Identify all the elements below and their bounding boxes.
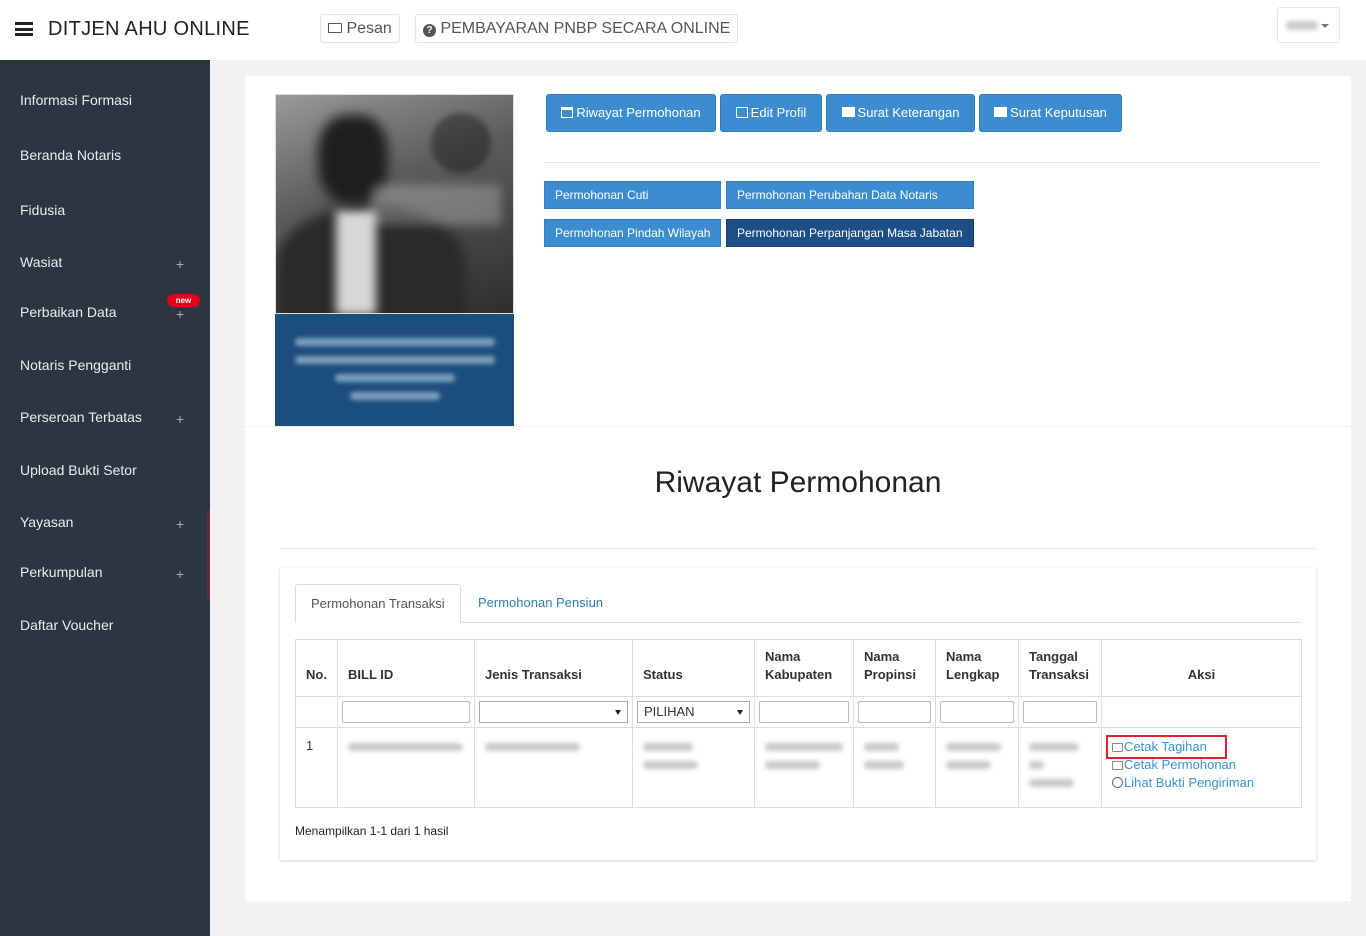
cell-propinsi-redacted: [853, 727, 936, 808]
main-panel: Riwayat Permohonan Edit Profil Surat Ket…: [245, 76, 1351, 901]
hamburger-menu-icon[interactable]: [15, 22, 33, 36]
cetak-permohonan-label: Cetak Permohonan: [1124, 757, 1237, 772]
filter-tanggal-input[interactable]: [1023, 701, 1097, 723]
pnbp-button[interactable]: ? PEMBAYARAN PNBP SECARA ONLINE: [415, 14, 738, 43]
cell-no: 1: [295, 727, 338, 808]
sidebar-scroll-marker: [207, 510, 210, 600]
permohonan-perubahan-data-button[interactable]: Permohonan Perubahan Data Notaris: [726, 181, 974, 209]
profile-photo: [275, 94, 514, 314]
pesan-button[interactable]: Pesan: [320, 14, 400, 43]
result-summary: Menampilkan 1-1 dari 1 hasil: [295, 824, 449, 838]
brand-title[interactable]: DITJEN AHU ONLINE: [48, 18, 250, 41]
pesan-label: Pesan: [346, 20, 392, 37]
col-header-jenis-transaksi[interactable]: Jenis Transaksi: [474, 639, 633, 697]
lihat-bukti-label: Lihat Bukti Pengiriman: [1124, 775, 1255, 790]
divider: [245, 426, 1351, 427]
sidebar-item-beranda-notaris[interactable]: Beranda Notaris: [20, 147, 190, 163]
permohonan-pindah-wilayah-button[interactable]: Permohonan Pindah Wilayah: [544, 219, 721, 247]
surat-keputusan-button[interactable]: Surat Keputusan: [979, 94, 1122, 132]
divider: [280, 548, 1316, 549]
top-navbar: DITJEN AHU ONLINE Pesan ? PEMBAYARAN PNB…: [0, 0, 1366, 60]
expand-plus-icon[interactable]: +: [176, 411, 184, 427]
cell-aksi: Cetak Tagihan Cetak Permohonan Lihat Buk…: [1101, 727, 1302, 808]
cetak-tagihan-link[interactable]: Cetak Tagihan: [1106, 735, 1291, 759]
surat-keterangan-button[interactable]: Surat Keterangan: [826, 94, 975, 132]
sidebar-item-perseroan-terbatas[interactable]: Perseroan Terbatas: [20, 409, 190, 425]
permohonan-perpanjangan-button[interactable]: Permohonan Perpanjangan Masa Jabatan: [726, 219, 974, 247]
edit-profil-button[interactable]: Edit Profil: [720, 94, 822, 132]
col-header-nama-lengkap[interactable]: Nama Lengkap: [935, 639, 1019, 697]
sidebar-item-daftar-voucher[interactable]: Daftar Voucher: [20, 617, 190, 633]
sidebar-item-fidusia[interactable]: Fidusia: [20, 202, 190, 218]
envelope-icon: [841, 107, 855, 117]
sidebar-item-perkumpulan[interactable]: Perkumpulan: [20, 564, 190, 580]
col-header-bill-id[interactable]: BILL ID: [337, 639, 475, 697]
cell-lengkap-redacted: [935, 727, 1019, 808]
new-badge: new: [167, 294, 200, 307]
riwayat-permohonan-button[interactable]: Riwayat Permohonan: [546, 94, 716, 132]
caret-down-icon: [1321, 24, 1329, 28]
tab-permohonan-transaksi[interactable]: Permohonan Transaksi: [295, 584, 461, 623]
sidebar: Informasi Formasi Beranda Notaris Fidusi…: [0, 60, 210, 936]
print-icon: [1112, 761, 1123, 770]
sidebar-item-upload-bukti-setor[interactable]: Upload Bukti Setor: [20, 462, 190, 478]
history-table: No. BILL ID Jenis Transaksi Status Nama …: [295, 639, 1302, 808]
sidebar-item-informasi-formasi[interactable]: Informasi Formasi: [20, 92, 190, 108]
riwayat-label: Riwayat Permohonan: [576, 105, 701, 120]
surat-keterangan-label: Surat Keterangan: [857, 105, 960, 120]
cetak-permohonan-link[interactable]: Cetak Permohonan: [1112, 756, 1291, 774]
page-title: Riwayat Permohonan: [654, 466, 942, 499]
user-dropdown[interactable]: [1277, 7, 1340, 43]
expand-plus-icon[interactable]: +: [176, 566, 184, 582]
permohonan-cuti-button[interactable]: Permohonan Cuti: [544, 181, 721, 209]
surat-keputusan-label: Surat Keputusan: [1010, 105, 1107, 120]
filter-jenis-select[interactable]: [479, 701, 628, 723]
question-circle-icon: ?: [423, 24, 436, 37]
filter-propinsi-input[interactable]: [858, 701, 931, 723]
envelope-icon: [328, 23, 342, 33]
sidebar-item-perbaikan-data[interactable]: Perbaikan Data: [20, 304, 190, 320]
user-name-redacted: [1286, 21, 1318, 30]
envelope-icon: [994, 107, 1008, 117]
expand-plus-icon[interactable]: +: [176, 256, 184, 272]
col-header-nama-propinsi[interactable]: Nama Propinsi: [853, 639, 936, 697]
cell-tanggal-redacted: [1018, 727, 1102, 808]
filter-status-select[interactable]: PILIHAN: [637, 701, 750, 723]
edit-profil-label: Edit Profil: [750, 105, 807, 120]
sidebar-item-yayasan[interactable]: Yayasan: [20, 514, 190, 530]
filter-kabupaten-input[interactable]: [759, 701, 849, 723]
lihat-bukti-link[interactable]: Lihat Bukti Pengiriman: [1112, 774, 1291, 792]
expand-plus-icon[interactable]: +: [176, 306, 184, 322]
sidebar-item-notaris-pengganti[interactable]: Notaris Pengganti: [20, 357, 190, 373]
tab-permohonan-pensiun[interactable]: Permohonan Pensiun: [463, 584, 618, 623]
col-header-aksi: Aksi: [1101, 639, 1302, 697]
filter-lengkap-input[interactable]: [940, 701, 1014, 723]
cell-jenis-redacted: [474, 727, 633, 808]
cell-kabupaten-redacted: [754, 727, 854, 808]
col-header-no: No.: [295, 639, 338, 697]
cell-status-redacted: [632, 727, 755, 808]
table-row: 1 Cetak Tagihan Cetak Permohonan Lihat B…: [295, 727, 1302, 808]
profile-info-redacted: [275, 314, 514, 426]
col-header-status[interactable]: Status: [632, 639, 755, 697]
col-header-tanggal-transaksi[interactable]: Tanggal Transaksi: [1018, 639, 1102, 697]
history-card: Permohonan Transaksi Permohonan Pensiun …: [280, 568, 1316, 860]
pnbp-label: PEMBAYARAN PNBP SECARA ONLINE: [440, 20, 731, 37]
expand-plus-icon[interactable]: +: [176, 516, 184, 532]
cell-bill-id-redacted: [337, 727, 475, 808]
edit-icon: [735, 107, 748, 118]
clock-icon: [1112, 777, 1123, 788]
calendar-icon: [561, 107, 574, 118]
filter-bill-id-input[interactable]: [342, 701, 470, 723]
sidebar-item-wasiat[interactable]: Wasiat: [20, 254, 190, 270]
col-header-nama-kabupaten[interactable]: Nama Kabupaten: [754, 639, 854, 697]
camera-icon[interactable]: [431, 113, 491, 173]
divider: [544, 162, 1320, 163]
profile-card: [275, 94, 514, 426]
